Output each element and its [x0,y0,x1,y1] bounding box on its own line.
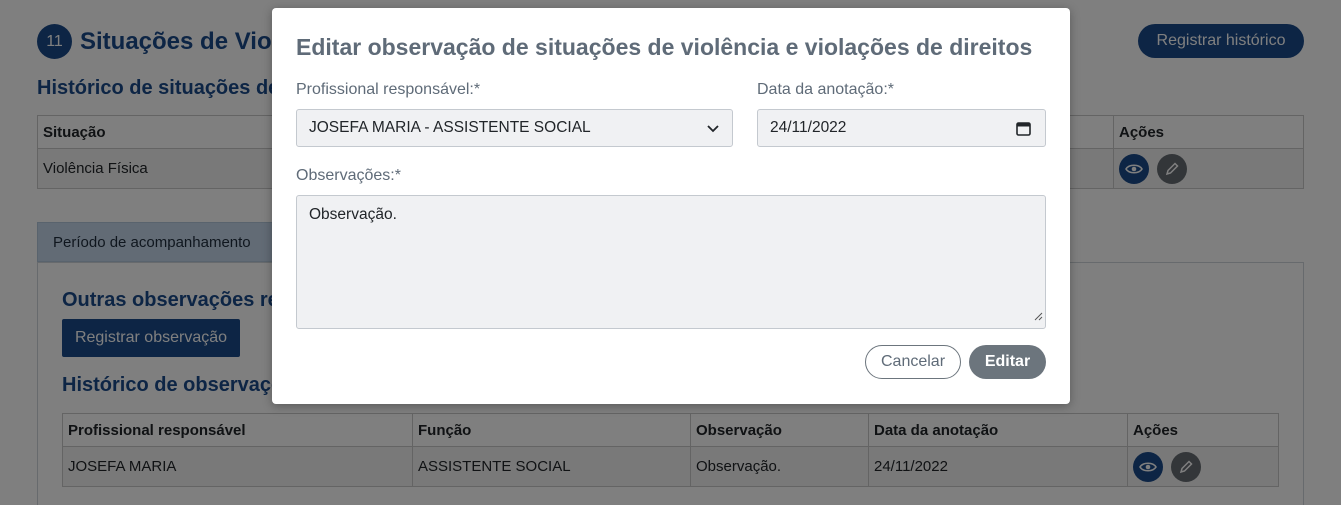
calendar-icon[interactable] [1016,121,1031,141]
date-value: 24/11/2022 [770,119,847,136]
edit-button[interactable]: Editar [969,345,1046,379]
chevron-down-icon [706,121,720,140]
professional-label: Profissional responsável:* [296,81,481,98]
date-field[interactable]: 24/11/2022 [757,109,1046,147]
professional-select[interactable]: JOSEFA MARIA - ASSISTENTE SOCIAL [296,109,733,147]
resize-grip-icon[interactable] [1033,308,1043,326]
professional-select-value: JOSEFA MARIA - ASSISTENTE SOCIAL [309,119,591,136]
observations-label: Observações:* [296,167,401,184]
modal-title: Editar observação de situações de violên… [296,34,1033,60]
observations-textarea[interactable]: Observação. [296,195,1046,329]
edit-observation-modal: Editar observação de situações de violên… [272,8,1070,404]
observations-text: Observação. [309,206,397,223]
cancel-button[interactable]: Cancelar [865,345,961,379]
date-label: Data da anotação:* [757,81,894,98]
